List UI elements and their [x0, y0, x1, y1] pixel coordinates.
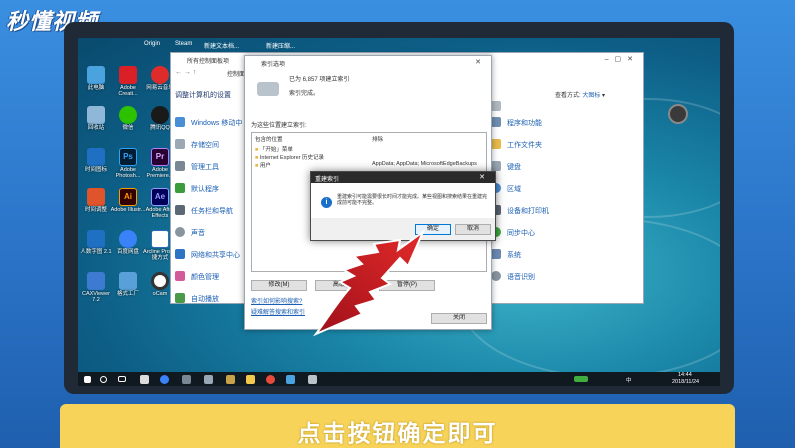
- clock-time[interactable]: 14:44: [678, 372, 692, 378]
- desktop: Origin Steam 新建文本档... 新建压缩... 此电脑 Adobe …: [78, 38, 720, 372]
- taskbar-app-icon[interactable]: [226, 375, 235, 384]
- clock-date[interactable]: 2018/11/24: [672, 379, 699, 385]
- input-language[interactable]: 中: [626, 376, 632, 384]
- windows-start-icon[interactable]: [84, 376, 91, 383]
- search-icon[interactable]: [100, 376, 107, 383]
- taskbar: 中 14:44 2018/11/24: [78, 372, 720, 386]
- floating-camera-icon[interactable]: [668, 104, 688, 124]
- battery-icon[interactable]: [574, 376, 588, 382]
- taskbar-app-icon[interactable]: [308, 375, 317, 384]
- tutorial-arrow: [312, 229, 426, 337]
- caption-bar: 点击按钮确定即可: [60, 404, 735, 448]
- taskbar-app-icon[interactable]: [182, 375, 191, 384]
- taskbar-app-icon[interactable]: [204, 375, 213, 384]
- edge-icon[interactable]: [160, 375, 169, 384]
- caption-text: 点击按钮确定即可: [297, 420, 498, 446]
- chrome-icon[interactable]: [266, 375, 275, 384]
- file-explorer-icon[interactable]: [246, 375, 255, 384]
- taskbar-app-icon[interactable]: [140, 375, 149, 384]
- arrow-shape: [312, 229, 426, 337]
- taskbar-app-icon[interactable]: [286, 375, 295, 384]
- task-view-icon[interactable]: [118, 376, 126, 382]
